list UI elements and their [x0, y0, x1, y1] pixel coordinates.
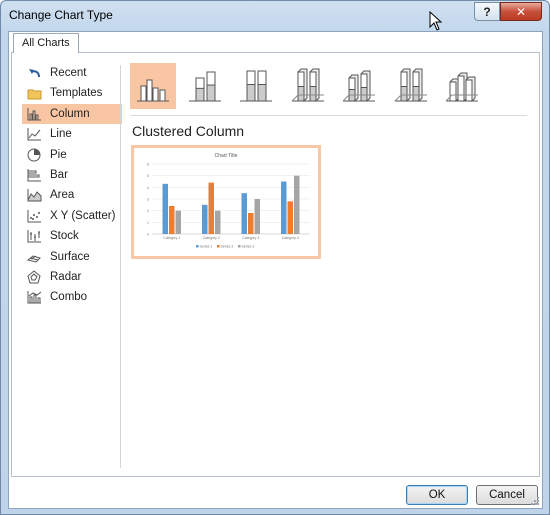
subtype-3d-stacked-column[interactable]	[336, 63, 382, 109]
line-chart-icon	[27, 128, 41, 141]
sidebar-item-label: Bar	[50, 168, 68, 181]
bar-series-2-category-2	[208, 182, 214, 234]
subtype-clustered-column[interactable]	[130, 63, 176, 109]
legend-label: Series 3	[242, 245, 255, 249]
scatter-chart-icon	[27, 209, 41, 223]
cancel-button[interactable]: Cancel	[476, 485, 538, 505]
y-tick-label: 5	[147, 174, 149, 178]
bar-series-1-category-1	[162, 183, 168, 234]
bar-series-2-category-1	[169, 206, 175, 234]
sidebar-item-pie[interactable]: Pie	[22, 145, 122, 165]
3d-clustered-column-icon	[291, 68, 324, 103]
subtype-3d-clustered-column[interactable]	[285, 63, 331, 109]
y-tick-label: 6	[147, 163, 149, 167]
3d-100-stacked-column-icon	[394, 68, 427, 103]
legend-swatch	[196, 245, 199, 248]
help-button[interactable]: ?	[474, 2, 500, 21]
surface-chart-icon	[27, 254, 41, 263]
sidebar-item-label: X Y (Scatter)	[50, 209, 116, 222]
subtype-gallery	[130, 63, 491, 109]
sidebar-item-label: Radar	[50, 270, 82, 283]
sidebar-item-column[interactable]: Column	[22, 103, 122, 125]
x-tick-label: Category 3	[242, 236, 259, 240]
sidebar-item-radar[interactable]: Radar	[22, 267, 122, 287]
sidebar-item-label: Column	[50, 107, 90, 120]
sidebar-item-x-y-scatter[interactable]: X Y (Scatter)	[22, 206, 122, 226]
stacked-column-icon	[188, 71, 221, 102]
sidebar-item-stock[interactable]: Stock	[22, 226, 122, 246]
undo-arrow-icon	[29, 69, 40, 78]
bar-series-2-category-3	[248, 213, 254, 234]
clustered-column-icon	[137, 79, 169, 102]
y-tick-label: 2	[147, 209, 149, 213]
subtype-stacked-column[interactable]	[182, 63, 228, 109]
gallery-divider	[130, 115, 527, 116]
column-chart-icon	[27, 107, 41, 121]
subtype-100-stacked-column[interactable]	[233, 63, 279, 109]
sidebar-item-label: Combo	[50, 291, 88, 304]
bar-chart-icon	[27, 168, 41, 182]
bar-series-1-category-4	[281, 181, 287, 234]
chart-title: Chart Title	[215, 153, 238, 159]
subtype-title: Clustered Column	[132, 123, 245, 139]
bar-series-1-category-3	[241, 193, 247, 234]
legend-label: Series 1	[200, 245, 213, 249]
area-chart-icon	[27, 189, 42, 202]
dialog-body: All Charts Recent Templates Column Line Pie B…	[8, 31, 543, 509]
sidebar-item-combo[interactable]: Combo	[22, 287, 122, 307]
chart-preview[interactable]: Chart Title 0 1 2 3 4 5 6 Category 1 Category 2 Ca…	[131, 145, 321, 259]
bar-series-3-category-4	[294, 175, 300, 234]
resize-grip-icon[interactable]	[530, 496, 540, 506]
legend-label: Series 2	[221, 245, 234, 249]
radar-chart-icon	[27, 270, 41, 284]
pie-chart-icon	[27, 148, 41, 162]
stock-chart-icon	[27, 230, 41, 243]
bar-series-3-category-3	[254, 199, 260, 234]
sidebar-item-recent[interactable]: Recent	[22, 63, 122, 83]
sidebar-item-line[interactable]: Line	[22, 124, 122, 144]
bar-series-3-category-2	[215, 210, 221, 234]
tab-panel: Recent Templates Column Line Pie Bar Area X Y (…	[11, 52, 540, 477]
legend-swatch	[238, 245, 241, 248]
y-tick-label: 4	[147, 186, 149, 190]
sidebar-item-label: Recent	[50, 67, 87, 79]
dialog-title: Change Chart Type	[9, 8, 113, 22]
y-tick-label: 3	[147, 198, 149, 202]
title-bar[interactable]: Change Chart Type ? ✕	[1, 1, 549, 31]
sidebar-item-templates[interactable]: Templates	[22, 83, 122, 103]
sidebar-item-surface[interactable]: Surface	[22, 247, 122, 267]
3d-column-icon	[445, 72, 478, 102]
sidebar-item-label: Surface	[50, 250, 90, 263]
y-tick-label: 0	[147, 233, 149, 237]
subtype-3d-100-stacked-column[interactable]	[388, 63, 434, 109]
sidebar-item-area[interactable]: Area	[22, 185, 122, 205]
x-tick-label: Category 2	[203, 236, 220, 240]
folder-icon	[27, 89, 42, 100]
preview-chart: Chart Title 0 1 2 3 4 5 6 Category 1 Category 2 Ca…	[147, 153, 310, 249]
sidebar-item-label: Templates	[50, 87, 103, 100]
100-stacked-column-icon	[240, 70, 272, 102]
sidebar-item-label: Line	[50, 128, 72, 141]
close-button[interactable]: ✕	[500, 2, 542, 21]
panel-divider	[120, 65, 121, 468]
legend-swatch	[217, 245, 220, 248]
chart-type-list: Recent Templates Column Line Pie Bar Area X Y (…	[22, 63, 122, 308]
tab-all-charts[interactable]: All Charts	[13, 33, 79, 53]
bar-series-2-category-4	[287, 201, 293, 234]
combo-chart-icon	[27, 291, 42, 304]
sidebar-item-label: Pie	[50, 148, 67, 161]
x-tick-label: Category 1	[163, 236, 180, 240]
mouse-cursor-icon	[429, 11, 443, 31]
sidebar-item-bar[interactable]: Bar	[22, 165, 122, 185]
bar-series-1-category-2	[202, 204, 208, 234]
x-tick-label: Category 4	[282, 236, 299, 240]
y-tick-label: 1	[147, 221, 149, 225]
dialog-window: Change Chart Type ? ✕ All Charts Recent T…	[0, 0, 550, 515]
subtype-3d-column[interactable]	[439, 63, 485, 109]
sidebar-item-label: Stock	[50, 230, 79, 243]
ok-button[interactable]: OK	[406, 485, 468, 505]
3d-stacked-column-icon	[342, 70, 375, 102]
sidebar-item-label: Area	[50, 189, 75, 202]
bar-series-3-category-1	[175, 210, 181, 234]
